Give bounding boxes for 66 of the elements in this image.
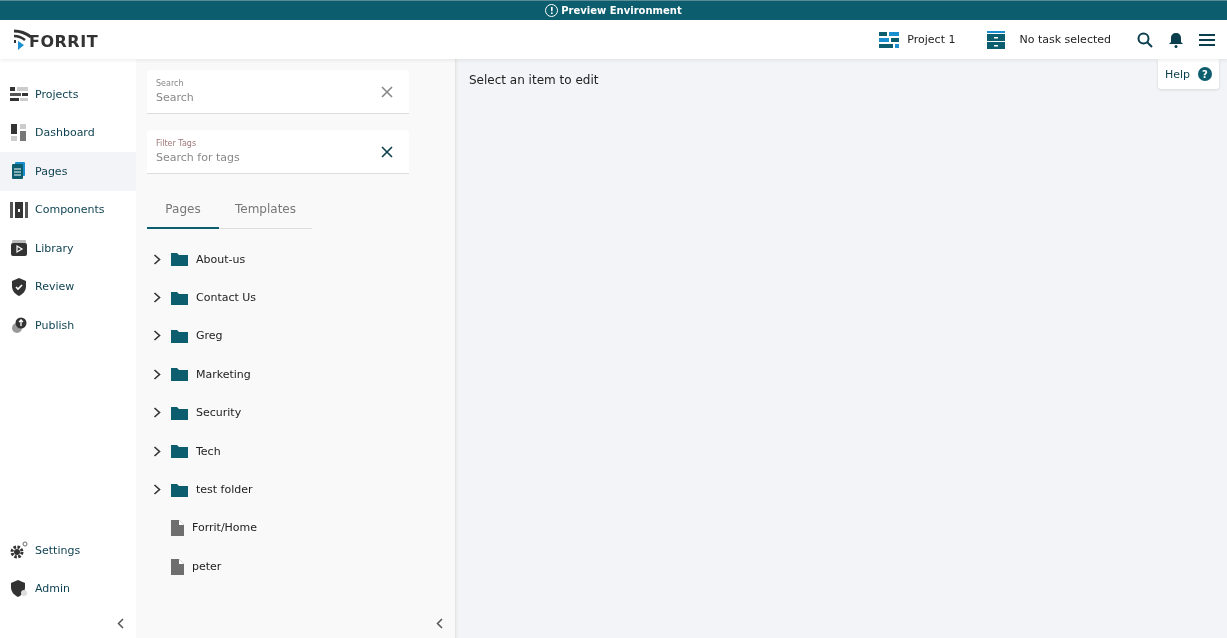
tree-item[interactable]: Tech <box>196 444 221 458</box>
help-icon: ? <box>1198 67 1212 81</box>
dashboard-icon <box>10 123 28 142</box>
nav-item[interactable]: Settings <box>0 531 136 570</box>
folder-icon <box>171 290 188 305</box>
folder-icon <box>171 444 188 459</box>
file-icon <box>171 557 184 575</box>
admin-shield-icon <box>10 580 28 598</box>
chevron-icon[interactable] <box>153 330 161 342</box>
publish-icon <box>10 316 28 334</box>
collapse-icon[interactable] <box>436 617 443 629</box>
empty-state-text: Select an item to edit <box>469 73 599 87</box>
search-field[interactable]: Filter Tags Search for tags <box>147 130 409 174</box>
gear-icon <box>10 541 28 560</box>
projects-icon <box>10 86 28 103</box>
tree-item[interactable]: About-us <box>196 252 246 266</box>
shield-check-icon <box>11 277 27 296</box>
nav-item[interactable]: Components <box>0 190 136 229</box>
bell-icon[interactable] <box>1169 31 1183 48</box>
tree-item[interactable]: Marketing <box>196 367 251 381</box>
nav-item[interactable]: Dashboard <box>0 113 136 152</box>
chevron-icon[interactable] <box>153 253 161 265</box>
search-field[interactable]: Search Search <box>147 70 409 114</box>
folder-icon <box>171 367 188 382</box>
folder-icon <box>171 252 188 267</box>
field-label: Search <box>156 79 185 88</box>
folder-icon <box>171 328 188 343</box>
help-button[interactable]: Help ? <box>1157 59 1219 89</box>
menu-icon[interactable] <box>1199 33 1215 46</box>
search-input[interactable]: Search for tags <box>156 151 356 164</box>
tree-item[interactable]: Greg <box>196 329 223 343</box>
nav-item[interactable]: Admin <box>0 569 136 608</box>
library-icon <box>11 240 27 257</box>
chevron-icon[interactable] <box>153 484 161 496</box>
project-icon <box>879 31 900 48</box>
components-icon <box>10 200 28 219</box>
nav-item[interactable]: Pages <box>0 152 136 191</box>
chevron-icon[interactable] <box>153 368 161 380</box>
collapse-icon[interactable] <box>117 617 124 629</box>
chevron-icon[interactable] <box>153 407 161 419</box>
project-selector[interactable]: Project 1 <box>879 31 956 48</box>
task-selector[interactable]: No task selected <box>987 30 1111 49</box>
close-icon[interactable] <box>381 146 393 158</box>
chevron-icon[interactable] <box>153 445 161 457</box>
tree-item[interactable]: peter <box>192 559 222 573</box>
cabinet-icon <box>987 30 1006 49</box>
chevron-icon[interactable] <box>153 292 161 304</box>
tab[interactable]: Templates <box>219 190 312 229</box>
tree-item[interactable]: Contact Us <box>196 291 257 305</box>
nav-item[interactable]: Review <box>0 267 136 306</box>
folder-icon <box>171 405 188 420</box>
banner-text: Preview Environment <box>561 5 682 16</box>
tree-item[interactable]: Forrit/Home <box>192 521 258 535</box>
field-label: Filter Tags <box>156 139 198 148</box>
tree-item[interactable]: Security <box>196 406 242 420</box>
folder-icon <box>171 482 188 497</box>
tree-item[interactable]: test folder <box>196 483 253 497</box>
file-icon <box>171 519 184 537</box>
nav-item[interactable]: Library <box>0 229 136 268</box>
logo-text: FORRIT <box>29 31 99 51</box>
search-icon[interactable] <box>1137 31 1153 48</box>
nav-item[interactable]: Publish <box>0 306 136 345</box>
tab[interactable]: Pages <box>147 190 219 229</box>
search-input[interactable]: Search <box>156 91 356 104</box>
document-icon <box>11 162 27 181</box>
nav-item[interactable]: Projects <box>0 75 136 114</box>
